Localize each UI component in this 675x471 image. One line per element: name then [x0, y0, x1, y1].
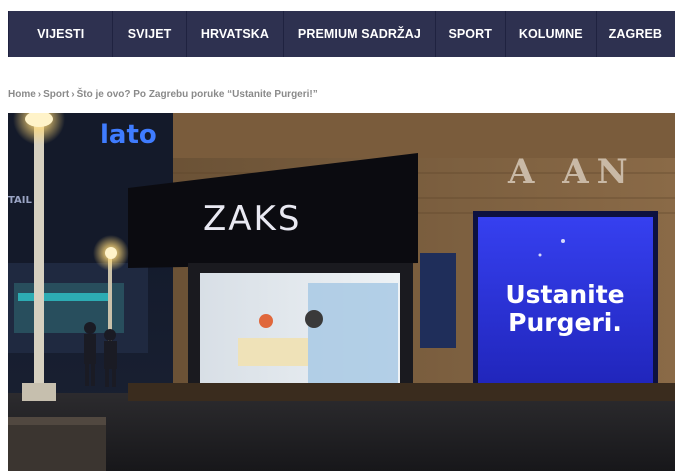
stone-planter-top [8, 417, 106, 425]
billboard-dot [538, 253, 542, 257]
left-shop-window [14, 283, 124, 333]
building-letters: A AN [507, 152, 636, 192]
lamp-post-base [22, 383, 56, 401]
window-display-clock [305, 310, 323, 328]
nav-item-hrvatska[interactable]: HRVATSKA [187, 11, 285, 57]
teal-light-strip [18, 293, 108, 301]
window-display-table [238, 338, 308, 366]
stone-planter [8, 421, 106, 471]
breadcrumb-sport[interactable]: Sport [43, 89, 69, 100]
nav-item-zagreb[interactable]: ZAGREB [597, 11, 675, 57]
article-hero-image: lato TAIL A AN ZAKS Ustanite Purgeri. [8, 113, 675, 471]
window-display-panel [308, 283, 398, 383]
billboard-text-line1: Ustanite [505, 280, 624, 309]
nav-item-sport[interactable]: SPORT [436, 11, 506, 57]
nav-item-svijet[interactable]: SVIJET [113, 11, 187, 57]
facade-poster [420, 253, 456, 348]
nav-item-kolumne[interactable]: KOLUMNE [506, 11, 597, 57]
nav-item-premium[interactable]: PREMIUM SADRŽAJ [284, 11, 436, 57]
breadcrumb-separator: › [71, 89, 75, 100]
breadcrumb-home[interactable]: Home [8, 89, 36, 100]
main-navigation: VIJESTI SVIJET HRVATSKA PREMIUM SADRŽAJ … [8, 11, 675, 57]
facade-base [128, 383, 675, 401]
blue-neon-sign: lato [100, 120, 157, 150]
side-sign: TAIL [8, 195, 33, 206]
zaks-store-sign: ZAKS [203, 199, 301, 239]
lamp-light-small [105, 247, 117, 259]
window-display-object [259, 314, 273, 328]
nav-item-vijesti[interactable]: VIJESTI [8, 11, 114, 57]
lamp-post [34, 123, 44, 393]
billboard-dot [561, 239, 565, 243]
breadcrumb-current: Što je ovo? Po Zagrebu poruke “Ustanite … [76, 89, 318, 100]
breadcrumb: Home › Sport › Što je ovo? Po Zagrebu poruke… [8, 89, 318, 100]
billboard-text-line2: Purgeri. [508, 308, 622, 337]
pavement [8, 393, 675, 471]
